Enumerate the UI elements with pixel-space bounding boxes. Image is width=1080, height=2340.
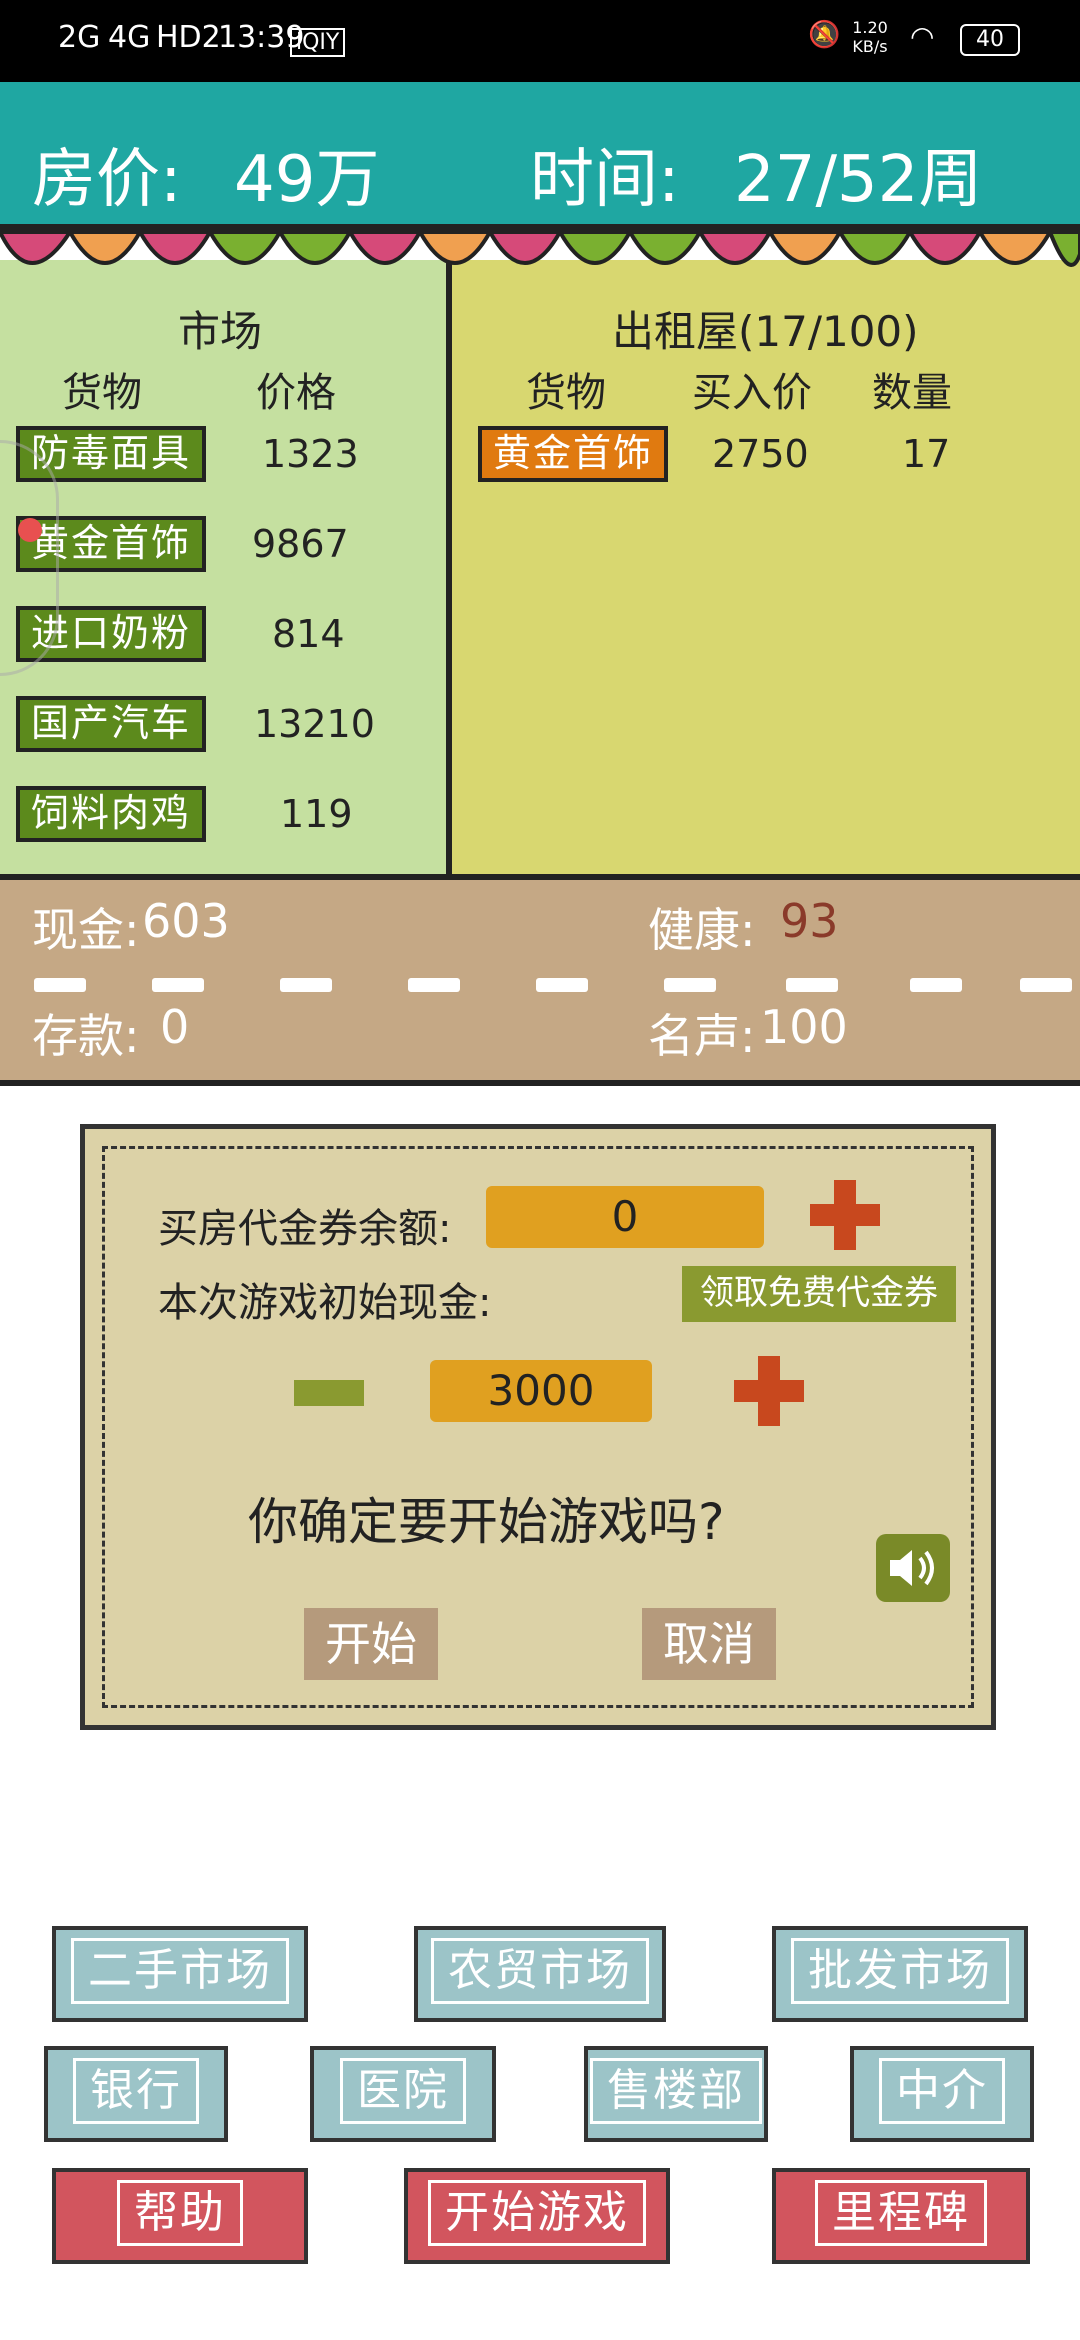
- time-value: 27/52周: [734, 143, 983, 217]
- nav-wholesale-market[interactable]: 批发市场: [772, 1926, 1028, 2022]
- road-dash: [408, 978, 460, 992]
- nav-start-game[interactable]: 开始游戏: [404, 2168, 670, 2264]
- market-col-price: 价格: [256, 370, 336, 416]
- road-dash: [1020, 978, 1072, 992]
- road-dash: [910, 978, 962, 992]
- road-dash: [152, 978, 204, 992]
- cancel-button[interactable]: 取消: [642, 1608, 776, 1680]
- sound-toggle-icon[interactable]: [876, 1534, 950, 1602]
- house-price-label: 房价:: [32, 143, 182, 217]
- nav-label: 售楼部: [590, 2058, 762, 2124]
- road-dash: [664, 978, 716, 992]
- floating-assistant-icon[interactable]: [0, 440, 59, 676]
- rental-buy-price: 2750: [712, 432, 809, 476]
- notification-dot-icon: [18, 518, 42, 542]
- app-indicator-icon: iQIY: [290, 28, 346, 57]
- network-2g: 2G: [58, 20, 101, 55]
- rental-title: 出租屋(17/100): [612, 307, 919, 356]
- rental-qty: 17: [902, 432, 951, 476]
- cash-label: 现金:: [32, 903, 140, 957]
- net-speed: 1.20 KB/s: [852, 18, 888, 56]
- nav-farmers-market[interactable]: 农贸市场: [414, 1926, 666, 2022]
- cash-decrease-icon[interactable]: [294, 1380, 364, 1406]
- house-price-value: 49万: [234, 143, 380, 217]
- rental-col-goods: 货物: [526, 370, 606, 416]
- road-dash: [536, 978, 588, 992]
- initial-cash-value: 3000: [430, 1360, 652, 1422]
- start-button[interactable]: 开始: [304, 1608, 438, 1680]
- nav-label: 开始游戏: [428, 2180, 646, 2246]
- voucher-add-icon[interactable]: [810, 1180, 880, 1250]
- initial-cash-label: 本次游戏初始现金:: [158, 1280, 492, 1326]
- nav-label: 农贸市场: [431, 1938, 649, 2004]
- deposit-label: 存款:: [32, 1009, 140, 1063]
- rental-col-buy: 买入价: [692, 370, 812, 416]
- cash-increase-icon[interactable]: [734, 1356, 804, 1426]
- road-dash: [786, 978, 838, 992]
- hd-indicator: HD2: [156, 20, 221, 55]
- road-dash: [280, 978, 332, 992]
- cash-value: 603: [142, 894, 230, 948]
- nav-agency[interactable]: 中介: [850, 2046, 1034, 2142]
- market-col-goods: 货物: [62, 370, 142, 416]
- free-voucher-button[interactable]: 领取免费代金券: [682, 1266, 956, 1322]
- voucher-balance-label: 买房代金券余额:: [158, 1206, 452, 1252]
- fame-value: 100: [760, 1000, 848, 1054]
- road-dash: [34, 978, 86, 992]
- network-4g: 4G: [108, 20, 151, 55]
- nav-milestone[interactable]: 里程碑: [772, 2168, 1030, 2264]
- health-label: 健康:: [648, 903, 756, 957]
- nav-bank[interactable]: 银行: [44, 2046, 228, 2142]
- confirm-question: 你确定要开始游戏吗?: [248, 1493, 725, 1551]
- fame-label: 名声:: [648, 1009, 756, 1063]
- market-item-chicken[interactable]: 饲料肉鸡: [16, 786, 206, 842]
- nav-label: 批发市场: [791, 1938, 1009, 2004]
- nav-second-hand-market[interactable]: 二手市场: [52, 1926, 308, 2022]
- nav-label: 中介: [879, 2058, 1005, 2124]
- nav-help[interactable]: 帮助: [52, 2168, 308, 2264]
- voucher-balance-value: 0: [486, 1186, 764, 1248]
- awning-decoration: [0, 224, 1080, 267]
- market-price: 814: [272, 612, 345, 656]
- market-price: 13210: [254, 702, 375, 746]
- market-item-car[interactable]: 国产汽车: [16, 696, 206, 752]
- nav-label: 里程碑: [815, 2180, 987, 2246]
- nav-label: 二手市场: [71, 1938, 289, 2004]
- market-price: 119: [280, 792, 353, 836]
- nav-sales-office[interactable]: 售楼部: [584, 2046, 768, 2142]
- market-price: 9867: [252, 522, 349, 566]
- deposit-value: 0: [160, 1000, 190, 1054]
- nav-label: 银行: [73, 2058, 199, 2124]
- health-value: 93: [780, 894, 839, 948]
- rental-item-gold-jewelry[interactable]: 黄金首饰: [478, 426, 668, 482]
- header-bar: 房价: 49万 时间: 27/52周: [0, 82, 1080, 232]
- time-label: 时间:: [530, 143, 680, 217]
- nav-hospital[interactable]: 医院: [310, 2046, 496, 2142]
- wifi-icon: ◠: [910, 20, 935, 53]
- nav-label: 帮助: [117, 2180, 243, 2246]
- market-title: 市场: [178, 307, 263, 356]
- battery-icon: 40: [960, 24, 1020, 56]
- market-price: 1323: [262, 432, 359, 476]
- mute-icon: 🔕: [808, 20, 841, 50]
- rental-col-qty: 数量: [872, 370, 952, 416]
- nav-label: 医院: [340, 2058, 466, 2124]
- status-bar: 2G 4G HD2 13:39 iQIY 🔕 1.20 KB/s ◠ 40: [0, 0, 1080, 82]
